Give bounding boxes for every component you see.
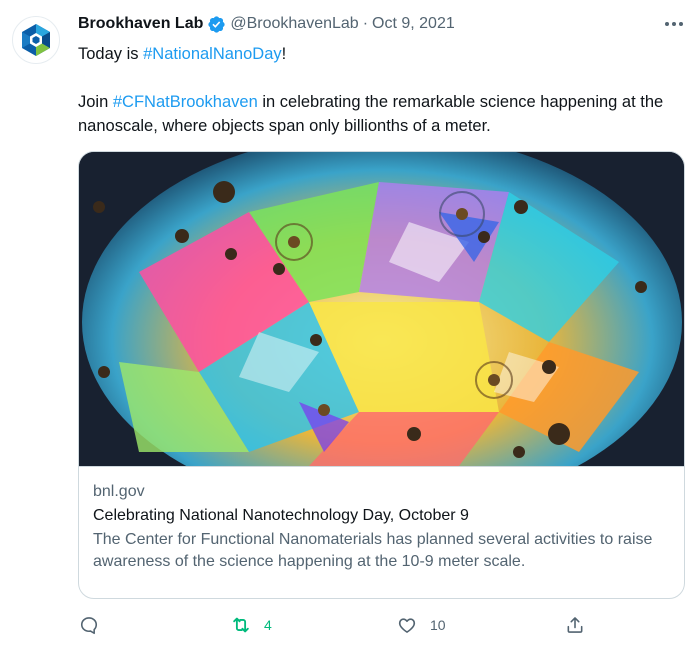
text-fragment: Today is — [78, 45, 144, 63]
tweet-date[interactable]: Oct 9, 2021 — [372, 15, 455, 33]
reply-icon — [78, 614, 100, 636]
like-icon — [396, 614, 418, 636]
reply-button[interactable] — [78, 614, 112, 636]
card-title: Celebrating National Nanotechnology Day,… — [93, 507, 469, 524]
card-image[interactable] — [79, 152, 685, 466]
card-domain: bnl.gov — [93, 483, 145, 500]
like-button[interactable]: 10 — [396, 614, 446, 636]
link-card[interactable]: bnl.gov Celebrating National Nanotechnol… — [78, 151, 685, 599]
action-bar: 4 10 — [78, 614, 598, 644]
retweet-icon — [230, 614, 252, 636]
more-options-icon[interactable] — [663, 14, 685, 34]
tweet[interactable]: Brookhaven Lab @BrookhavenLab · Oct 9, 2… — [0, 0, 697, 647]
separator-dot: · — [362, 15, 369, 32]
tweet-content: Brookhaven Lab @BrookhavenLab · Oct 9, 2… — [78, 12, 685, 599]
avatar[interactable] — [12, 16, 60, 64]
like-count: 10 — [430, 617, 446, 633]
author-name[interactable]: Brookhaven Lab — [78, 15, 203, 33]
verified-badge-icon — [207, 15, 226, 34]
share-icon — [564, 614, 586, 636]
text-fragment: ! — [281, 45, 287, 63]
retweet-button[interactable]: 4 — [230, 614, 272, 636]
card-description: The Center for Functional Nanomaterials … — [93, 531, 653, 570]
tweet-text: Today is #NationalNanoDay! Join #CFNatBr… — [78, 42, 685, 138]
author-handle[interactable]: @BrookhavenLab — [230, 15, 358, 33]
tweet-header: Brookhaven Lab @BrookhavenLab · Oct 9, 2… — [78, 12, 685, 36]
tweet-paragraph-2: Join #CFNatBrookhaven in celebrating the… — [78, 90, 685, 138]
card-meta: bnl.gov Celebrating National Nanotechnol… — [79, 466, 684, 573]
hashtag-link[interactable]: #CFNatBrookhaven — [113, 93, 258, 111]
hashtag-link[interactable]: #NationalNanoDay — [143, 45, 282, 63]
logo-icon — [22, 24, 50, 56]
tweet-paragraph-1: Today is #NationalNanoDay! — [78, 42, 685, 66]
text-fragment: Join — [78, 93, 113, 111]
retweet-count: 4 — [264, 617, 272, 633]
share-button[interactable] — [564, 614, 586, 636]
